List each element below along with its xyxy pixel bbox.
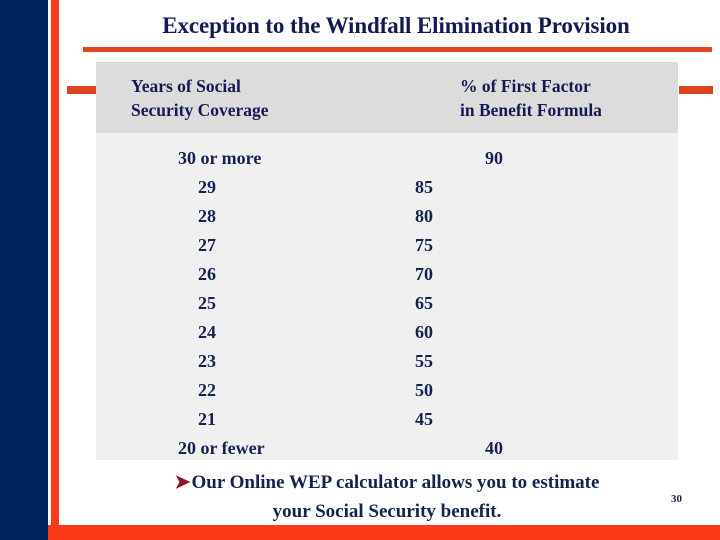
cell-years: 30 or more [178,148,262,168]
cell-years: 21 [198,409,216,429]
slide-canvas: Exception to the Windfall Elimination Pr… [0,0,720,540]
cell-percent: 45 [415,409,433,429]
left-navy-panel [0,0,48,540]
cell-years: 29 [198,177,216,197]
cell-years: 20 or fewer [178,438,265,458]
caption-block: ➤Our Online WEP calculator allows you to… [96,468,678,526]
cell-percent: 60 [415,322,433,342]
cell-years: 22 [198,380,216,400]
table-row: 29 85 [96,173,678,202]
bullet-arrow-icon: ➤ [174,472,191,493]
table-row: 26 70 [96,260,678,289]
cell-percent: 70 [415,264,433,284]
table-row: 28 80 [96,202,678,231]
table-row: 27 75 [96,231,678,260]
table-header: Years of Social Security Coverage % of F… [96,62,678,133]
cell-years: 24 [198,322,216,342]
table-row: 24 60 [96,318,678,347]
caption-line-1: Our Online WEP calculator allows you to … [191,472,600,493]
cell-percent: 80 [415,206,433,226]
cell-percent: 40 [485,438,503,458]
column-header-years-line2: Security Coverage [131,100,269,120]
table-row: 25 65 [96,289,678,318]
column-header-percent: % of First Factor in Benefit Formula [460,74,602,122]
cell-percent: 75 [415,235,433,255]
table-row: 22 50 [96,376,678,405]
column-header-years-line1: Years of Social [131,76,241,96]
cell-years: 26 [198,264,216,284]
table-row: 21 45 [96,405,678,434]
caption-line-2: your Social Security benefit. [272,501,502,522]
page-title: Exception to the Windfall Elimination Pr… [162,13,630,38]
bottom-red-bar [48,525,720,540]
table-row: 30 or more 90 [96,144,678,173]
table-row: 20 or fewer 40 [96,434,678,463]
cell-years: 25 [198,293,216,313]
cell-percent: 90 [485,148,503,168]
right-accent-dash [679,86,713,94]
cell-years: 28 [198,206,216,226]
column-header-percent-line1: % of First Factor [460,76,591,96]
left-accent-dash [67,86,96,94]
cell-percent: 65 [415,293,433,313]
cell-percent: 50 [415,380,433,400]
cell-percent: 55 [415,351,433,371]
slide-number: 30 [671,493,682,505]
column-header-years: Years of Social Security Coverage [131,74,269,122]
cell-percent: 85 [415,177,433,197]
table-row: 23 55 [96,347,678,376]
cell-years: 27 [198,235,216,255]
cell-years: 23 [198,351,216,371]
title-underline [83,47,712,52]
table-body: 30 or more 90 29 85 28 80 27 75 26 70 25 65 24 60 23 55… [96,133,678,460]
column-header-percent-line2: in Benefit Formula [460,100,602,120]
left-red-vertical-rule [51,0,59,527]
